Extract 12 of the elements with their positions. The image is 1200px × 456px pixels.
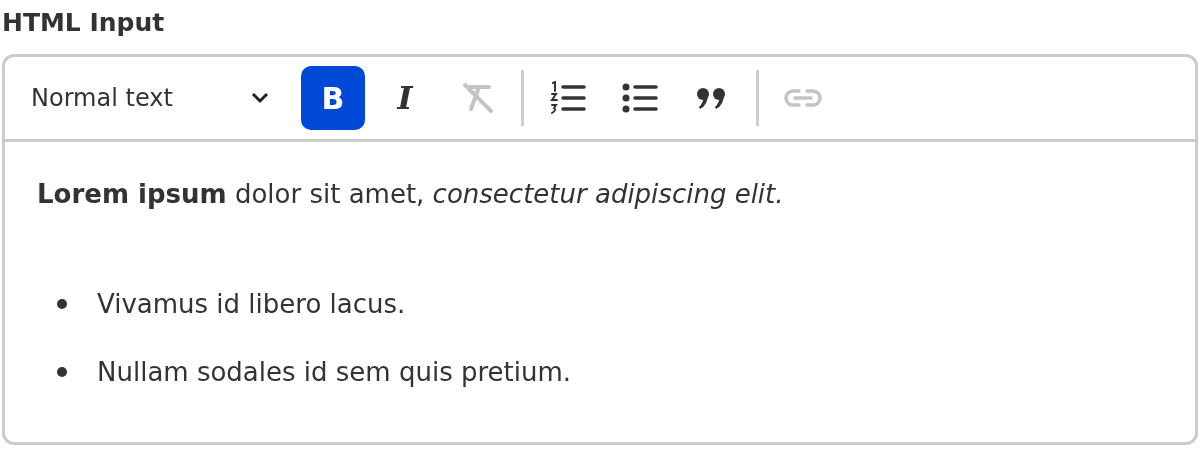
- chevron-icon: [251, 92, 269, 104]
- bullet-list-icon: [620, 81, 660, 115]
- bullet-icon: [57, 299, 67, 309]
- text-style-dropdown[interactable]: Normal text: [19, 68, 269, 128]
- bold-button[interactable]: B: [301, 66, 365, 130]
- field-label: HTML Input: [2, 7, 166, 39]
- italic-button[interactable]: I: [373, 66, 437, 130]
- list-item: Nullam sodales id sem quis pretium.: [97, 357, 572, 387]
- bullet-icon: [57, 367, 67, 377]
- paragraph: Lorem ipsum dolor sit amet, consectetur adipiscing elit.: [37, 178, 785, 211]
- list-item: Vivamus id libero lacus.: [97, 289, 406, 319]
- numbered-list-icon: [548, 81, 588, 115]
